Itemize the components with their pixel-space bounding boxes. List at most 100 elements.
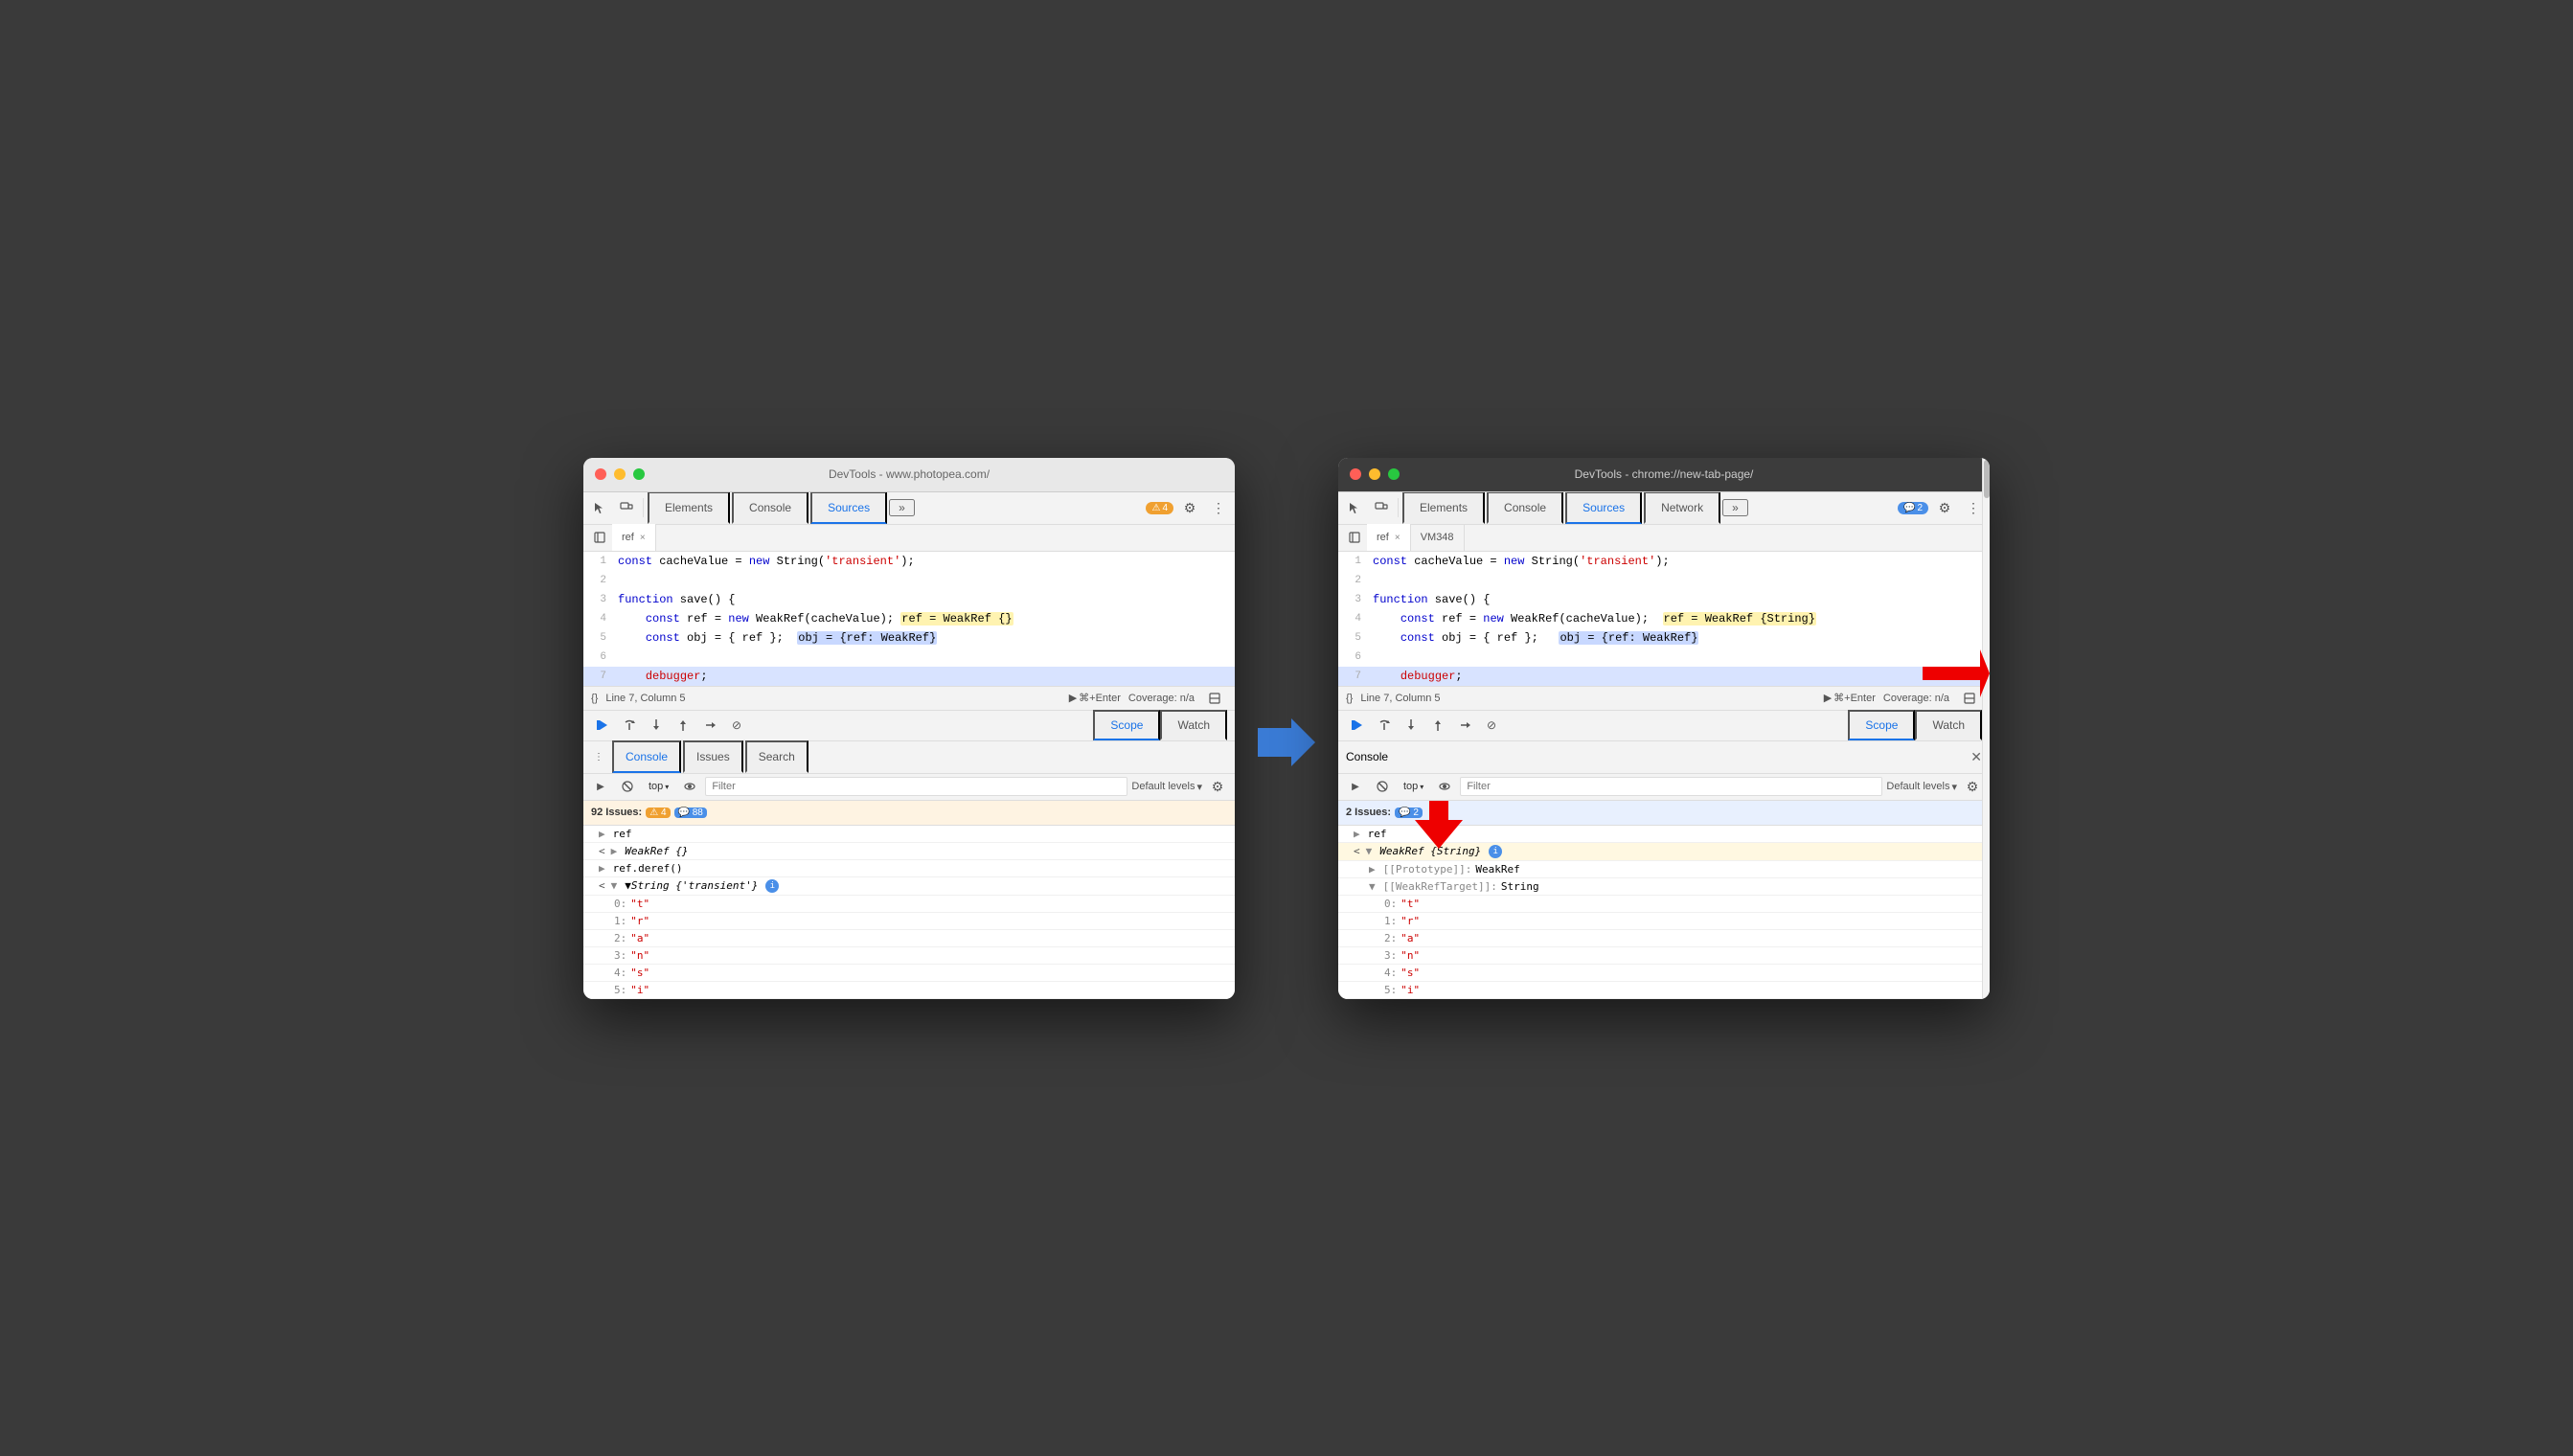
right-console-prop-3: 3: "n" — [1338, 947, 1990, 965]
right-top-context-dropdown[interactable]: top ▾ — [1398, 779, 1429, 794]
console-prop-1: 1: "r" — [583, 913, 1235, 930]
right-inspector-tool[interactable] — [1342, 495, 1367, 520]
right-clear-button[interactable] — [1371, 775, 1394, 798]
execute-code-button[interactable]: ▶ — [589, 775, 612, 798]
console-tab-issues[interactable]: Issues — [683, 740, 743, 773]
sidebar-toggle-button[interactable] — [587, 525, 612, 550]
right-step-button[interactable] — [1453, 714, 1476, 737]
right-pause-button[interactable] — [1346, 714, 1369, 737]
right-run-button[interactable]: ▶ ⌘+Enter — [1824, 692, 1876, 704]
close-tab-icon[interactable]: × — [640, 533, 646, 543]
pause-resume-button[interactable] — [591, 714, 614, 737]
left-window-title: DevTools - www.photopea.com/ — [829, 467, 990, 481]
screenshot-container: DevTools - www.photopea.com/ Elements Co… — [545, 420, 2028, 1037]
right-expand-proto-icon[interactable]: ▶ — [1369, 863, 1376, 876]
right-step-into-button[interactable] — [1400, 714, 1423, 737]
console-filter-input[interactable] — [705, 777, 1127, 796]
right-tab-more[interactable]: » — [1722, 499, 1748, 516]
blue-arrow-container — [1258, 718, 1315, 766]
tab-sources[interactable]: Sources — [810, 491, 887, 524]
step-into-button[interactable] — [645, 714, 668, 737]
right-close-tab-icon[interactable]: × — [1395, 533, 1400, 543]
step-button[interactable] — [698, 714, 721, 737]
warning-count: ⚠ 4 — [646, 808, 670, 818]
right-console-filter-input[interactable] — [1460, 777, 1882, 796]
step-over-icon — [623, 718, 636, 732]
right-expand-target-icon[interactable]: ▼ — [1369, 880, 1376, 893]
right-maximize-button[interactable] — [1388, 468, 1400, 480]
right-deactivate-button[interactable]: ⊘ — [1480, 714, 1503, 737]
right-levels-icon: ▾ — [1951, 781, 1957, 793]
right-tab-elements[interactable]: Elements — [1402, 491, 1485, 524]
console-settings-button[interactable]: ⚙ — [1206, 775, 1229, 798]
status-braces: {} — [591, 693, 598, 704]
right-console-settings-button[interactable]: ⚙ — [1961, 775, 1984, 798]
settings-button[interactable]: ⚙ — [1177, 495, 1202, 520]
right-console-prop-4: 4: "s" — [1338, 965, 1990, 982]
right-expand-ref-icon[interactable]: ▶ — [1354, 828, 1360, 840]
left-line-col: Line 7, Column 5 — [605, 693, 685, 704]
right-left-angle-icon: < — [1354, 845, 1360, 857]
tab-more-button[interactable]: » — [889, 499, 915, 516]
device-toolbar-button[interactable] — [614, 495, 639, 520]
top-context-dropdown[interactable]: top ▾ — [643, 779, 674, 794]
console-tab-search[interactable]: Search — [745, 740, 808, 773]
run-coverage-button[interactable]: ▶ ⌘+Enter — [1069, 692, 1121, 704]
right-file-tab-vm[interactable]: VM348 — [1411, 524, 1465, 551]
close-button[interactable] — [595, 468, 606, 480]
maximize-button[interactable] — [633, 468, 645, 480]
right-close-button[interactable] — [1350, 468, 1361, 480]
right-sidebar-toggle[interactable] — [1342, 525, 1367, 550]
right-eye-icon — [1439, 781, 1450, 792]
right-scrollbar[interactable] — [1982, 458, 1990, 999]
red-arrow-2-container — [1415, 801, 1463, 853]
deactivate-button[interactable]: ⊘ — [725, 714, 748, 737]
left-angle-2-icon: < — [599, 879, 605, 892]
coverage-icon — [1209, 693, 1220, 704]
right-expand-weakref-icon[interactable]: ▼ — [1366, 845, 1373, 857]
levels-dropdown-icon: ▾ — [1196, 781, 1202, 793]
right-watch-tab[interactable]: Watch — [1915, 710, 1982, 740]
right-minimize-button[interactable] — [1369, 468, 1380, 480]
right-execute-button[interactable]: ▶ — [1344, 775, 1367, 798]
coverage-toggle[interactable] — [1202, 686, 1227, 711]
right-step-out-button[interactable] — [1426, 714, 1449, 737]
right-tab-console[interactable]: Console — [1487, 491, 1563, 524]
tab-elements[interactable]: Elements — [648, 491, 730, 524]
eye-icon — [684, 781, 695, 792]
tab-console[interactable]: Console — [732, 491, 808, 524]
console-tab-console[interactable]: Console — [612, 740, 681, 773]
right-eye-button[interactable] — [1433, 775, 1456, 798]
console-entry-string: < ▼ ▼String {'transient'} i — [583, 877, 1235, 896]
right-step-over-button[interactable] — [1373, 714, 1396, 737]
right-tab-network[interactable]: Network — [1644, 491, 1720, 524]
right-tab-sources[interactable]: Sources — [1565, 491, 1642, 524]
expand-string-icon[interactable]: ▼ — [611, 879, 618, 892]
right-play-icon: ▶ — [1824, 692, 1832, 704]
clear-console-button[interactable] — [616, 775, 639, 798]
expand-ref-icon[interactable]: ▶ — [599, 828, 605, 840]
inspector-tool-button[interactable] — [587, 495, 612, 520]
right-debug-tabs: Scope Watch — [1848, 710, 1982, 740]
more-tools-button[interactable]: ⋮ — [1206, 495, 1231, 520]
step-over-button[interactable] — [618, 714, 641, 737]
right-device-toolbar[interactable] — [1369, 495, 1394, 520]
console-prop-5: 5: "i" — [583, 982, 1235, 999]
right-scope-tab[interactable]: Scope — [1848, 710, 1915, 740]
right-console-close-button[interactable]: ✕ — [1970, 749, 1982, 765]
right-scrollbar-thumb[interactable] — [1984, 460, 1990, 498]
expand-refderef-icon[interactable]: ▶ — [599, 862, 605, 875]
watch-tab[interactable]: Watch — [1160, 710, 1227, 740]
minimize-button[interactable] — [614, 468, 626, 480]
scope-tab[interactable]: Scope — [1093, 710, 1160, 740]
expand-weakref-icon[interactable]: ▶ — [611, 845, 618, 857]
right-file-tab-ref[interactable]: ref × — [1367, 524, 1411, 551]
left-status-bar: {} Line 7, Column 5 ▶ ⌘+Enter Coverage: … — [583, 686, 1235, 711]
right-settings-button[interactable]: ⚙ — [1932, 495, 1957, 520]
right-console-prop-0: 0: "t" — [1338, 896, 1990, 913]
console-prop-3: 3: "n" — [583, 947, 1235, 965]
console-sidebar-toggle[interactable]: ⋮ — [587, 745, 610, 768]
step-out-button[interactable] — [672, 714, 694, 737]
left-file-tab-ref[interactable]: ref × — [612, 524, 656, 551]
hide-network-button[interactable] — [678, 775, 701, 798]
